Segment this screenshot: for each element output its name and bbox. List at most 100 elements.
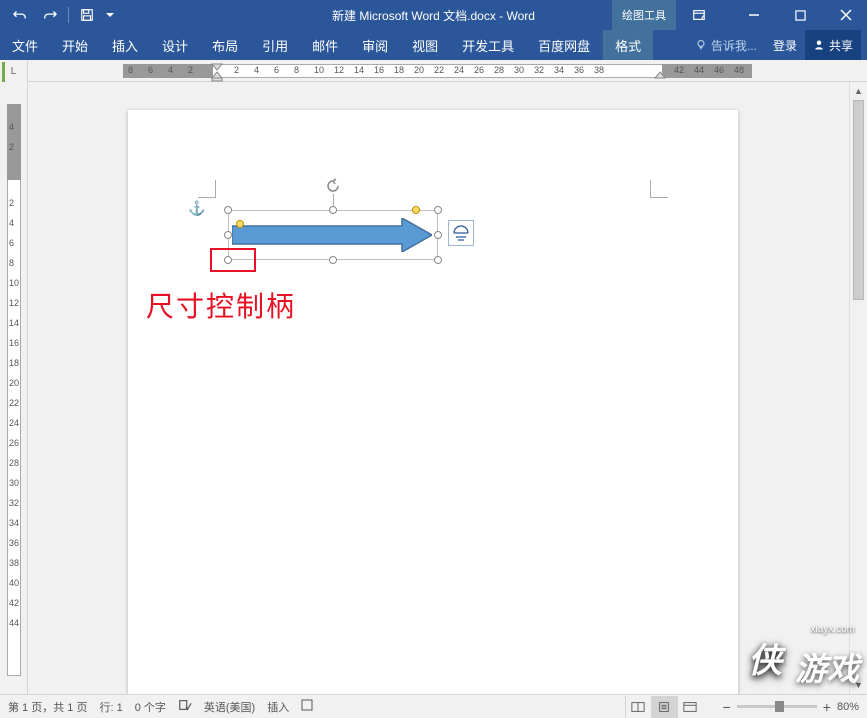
ruler-tick: 4 — [9, 122, 14, 132]
page[interactable]: ⚓ — [128, 110, 738, 694]
shape-selection[interactable] — [228, 210, 438, 260]
window-controls — [729, 0, 867, 30]
layout-options-icon — [452, 224, 470, 242]
tab-file[interactable]: 文件 — [0, 30, 50, 60]
right-indent-marker[interactable] — [654, 70, 666, 82]
ruler-tick: 18 — [394, 65, 404, 75]
tab-home[interactable]: 开始 — [50, 30, 100, 60]
status-insert-mode[interactable]: 插入 — [267, 699, 289, 715]
ribbon-display-options-button[interactable] — [681, 0, 717, 30]
watermark-url: xiayx.com — [811, 624, 855, 635]
resize-handle-e[interactable] — [434, 231, 442, 239]
ruler-tick: 2 — [188, 65, 193, 75]
ruler-tick: 44 — [9, 618, 19, 628]
ruler-tick: 30 — [514, 65, 524, 75]
layout-options-button[interactable] — [448, 220, 474, 246]
zoom-in-button[interactable]: + — [823, 699, 831, 715]
tab-view[interactable]: 视图 — [400, 30, 450, 60]
resize-handle-se[interactable] — [434, 256, 442, 264]
tab-baidu-netdisk[interactable]: 百度网盘 — [526, 30, 602, 60]
tab-references[interactable]: 引用 — [250, 30, 300, 60]
status-word-count[interactable]: 0 个字 — [135, 699, 166, 715]
ruler-tick: 38 — [9, 558, 19, 568]
resize-handle-nw[interactable] — [224, 206, 232, 214]
arrow-shape[interactable] — [232, 218, 432, 252]
ruler-tick: 24 — [9, 418, 19, 428]
document-area[interactable]: ⚓ — [28, 82, 867, 694]
ruler-vertical[interactable]: 4224681012141618202224262830323436384042… — [0, 82, 28, 694]
minimize-button[interactable] — [733, 0, 775, 30]
status-language[interactable]: 英语(美国) — [204, 699, 255, 715]
redo-button[interactable] — [36, 2, 64, 28]
ruler-tick: 44 — [694, 65, 704, 75]
ruler-tick: 6 — [9, 238, 14, 248]
ruler-tick: 16 — [374, 65, 384, 75]
ruler-tick: 20 — [414, 65, 424, 75]
ruler-tick: 46 — [714, 65, 724, 75]
tab-mailings[interactable]: 邮件 — [300, 30, 350, 60]
ruler-horizontal[interactable]: 8642246810121416182022242628303234363842… — [28, 60, 867, 81]
ruler-tick: 28 — [494, 65, 504, 75]
save-button[interactable] — [73, 2, 101, 28]
view-web-layout[interactable] — [677, 696, 703, 718]
zoom-slider-thumb[interactable] — [775, 701, 784, 712]
view-print-layout[interactable] — [651, 696, 677, 718]
resize-handle-ne[interactable] — [434, 206, 442, 214]
qat-customize-dropdown[interactable] — [103, 2, 117, 28]
adjustment-handle-2[interactable] — [412, 206, 420, 214]
lightbulb-icon — [695, 39, 707, 51]
view-read-mode[interactable] — [625, 696, 651, 718]
zoom-out-button[interactable]: − — [723, 699, 731, 715]
ruler-tick: 6 — [148, 65, 153, 75]
qat-separator — [68, 7, 69, 23]
ruler-tick: 26 — [474, 65, 484, 75]
share-button[interactable]: 共享 — [805, 30, 861, 60]
margin-corner-tl — [198, 180, 216, 198]
anchor-icon: ⚓ — [188, 200, 205, 217]
quick-access-toolbar — [0, 2, 117, 28]
tab-insert[interactable]: 插入 — [100, 30, 150, 60]
zoom-slider[interactable] — [737, 705, 817, 708]
tab-review[interactable]: 审阅 — [350, 30, 400, 60]
ruler-tick: 10 — [9, 278, 19, 288]
ruler-tick: 4 — [168, 65, 173, 75]
tab-format[interactable]: 格式 — [602, 30, 653, 60]
status-line[interactable]: 行: 1 — [99, 699, 122, 715]
adjustment-handle-1[interactable] — [236, 220, 244, 228]
watermark-icon: 侠 — [743, 638, 787, 690]
ruler-tick: 12 — [9, 298, 19, 308]
zoom-level[interactable]: 80% — [837, 701, 859, 713]
resize-handle-w[interactable] — [224, 231, 232, 239]
ruler-tick: 40 — [9, 578, 19, 588]
scroll-up-button[interactable]: ▲ — [850, 82, 867, 100]
maximize-button[interactable] — [779, 0, 821, 30]
rotate-stem — [333, 194, 334, 206]
undo-button[interactable] — [6, 2, 34, 28]
resize-handle-n[interactable] — [329, 206, 337, 214]
resize-handle-s[interactable] — [329, 256, 337, 264]
status-bar: 第 1 页，共 1 页 行: 1 0 个字 英语(美国) 插入 − + 80% — [0, 694, 867, 718]
status-macro-icon[interactable] — [301, 699, 313, 714]
document-name: 新建 Microsoft Word 文档.docx — [332, 9, 496, 23]
ruler-tick: 30 — [9, 478, 19, 488]
share-icon — [813, 39, 825, 51]
tab-developer[interactable]: 开发工具 — [450, 30, 526, 60]
watermark: xiayx.com 侠 游戏 — [743, 638, 859, 690]
ruler-tick: 36 — [574, 65, 584, 75]
app-name: Word — [507, 9, 535, 23]
ruler-tick: 8 — [294, 65, 299, 75]
tell-me-search[interactable]: 告诉我... — [687, 37, 765, 54]
vertical-scrollbar[interactable]: ▲ ▼ — [849, 82, 867, 694]
ruler-tick: 8 — [9, 258, 14, 268]
sign-in-button[interactable]: 登录 — [765, 37, 805, 54]
tab-design[interactable]: 设计 — [150, 30, 200, 60]
close-button[interactable] — [825, 0, 867, 30]
rotate-handle[interactable] — [325, 178, 341, 194]
scroll-thumb[interactable] — [853, 100, 864, 300]
ruler-horizontal-area: L 86422468101214161820222426283032343638… — [0, 60, 867, 82]
status-spellcheck-icon[interactable] — [178, 698, 192, 715]
status-page[interactable]: 第 1 页，共 1 页 — [8, 699, 87, 715]
tab-layout[interactable]: 布局 — [200, 30, 250, 60]
ruler-tick: 20 — [9, 378, 19, 388]
first-line-indent-marker[interactable] — [211, 60, 223, 82]
